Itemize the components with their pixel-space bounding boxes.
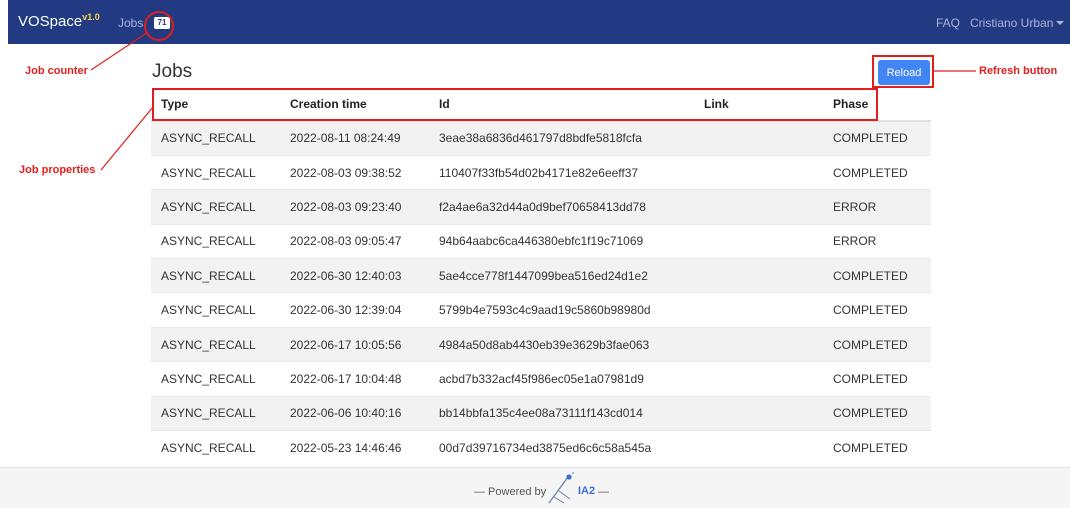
cell-link[interactable]: [694, 395, 823, 431]
cell-phase: COMPLETED: [823, 395, 931, 431]
cell-type: ASYNC_RECALL: [151, 326, 280, 362]
footer-trailing-dash: —: [598, 486, 609, 498]
cell-link[interactable]: [694, 223, 823, 259]
cell-id: 3eae38a6836d461797d8bdfe5818fcfa: [429, 120, 694, 156]
cell-creation-time: 2022-08-03 09:38:52: [280, 154, 429, 190]
cell-type: ASYNC_RECALL: [151, 292, 280, 328]
cell-link[interactable]: [694, 154, 823, 190]
cell-id: 00d7d39716734ed3875ed6c6c58a545a: [429, 430, 694, 465]
cell-phase: COMPLETED: [823, 120, 931, 156]
table-row: ASYNC_RECALL 2022-05-23 14:46:46 00d7d39…: [151, 430, 931, 465]
cell-type: ASYNC_RECALL: [151, 395, 280, 431]
cell-id: 5799b4e7593c4c9aad19c5860b98980d: [429, 292, 694, 328]
cell-phase: COMPLETED: [823, 326, 931, 362]
cell-creation-time: 2022-08-11 08:24:49: [280, 120, 429, 156]
cell-phase: ERROR: [823, 223, 931, 259]
cell-id: f2a4ae6a32d44a0d9bef70658413dd78: [429, 189, 694, 225]
table-row: ASYNC_RECALL 2022-06-06 10:40:16 bb14bbf…: [151, 395, 931, 431]
cell-type: ASYNC_RECALL: [151, 258, 280, 293]
cell-phase: COMPLETED: [823, 361, 931, 397]
cell-creation-time: 2022-06-06 10:40:16: [280, 395, 429, 431]
job-properties-annotation: Job properties: [19, 164, 96, 176]
job-counter-highlight-circle: [144, 11, 174, 41]
cell-id: 94b64aabc6ca446380ebfc1f19c71069: [429, 223, 694, 259]
cell-link[interactable]: [694, 120, 823, 156]
table-row: ASYNC_RECALL 2022-06-17 10:05:56 4984a50…: [151, 326, 931, 362]
cell-creation-time: 2022-06-30 12:40:03: [280, 258, 429, 293]
caret-down-icon: [1056, 21, 1065, 25]
table-row: ASYNC_RECALL 2022-06-17 10:04:48 acbd7b3…: [151, 361, 931, 397]
user-menu-dropdown[interactable]: Cristiano Urban: [970, 16, 1065, 30]
cell-type: ASYNC_RECALL: [151, 154, 280, 190]
cell-link[interactable]: [694, 361, 823, 397]
powered-by-text: — Powered by: [474, 486, 547, 498]
cell-id: acbd7b332acf45f986ec05e1a07981d9: [429, 361, 694, 397]
brand-name: VOSpace: [18, 13, 83, 30]
cell-phase: COMPLETED: [823, 430, 931, 465]
job-properties-highlight-box: [152, 88, 878, 121]
cell-type: ASYNC_RECALL: [151, 223, 280, 259]
cell-phase: COMPLETED: [823, 154, 931, 190]
cell-link[interactable]: [694, 258, 823, 293]
table-row: ASYNC_RECALL 2022-06-30 12:39:04 5799b4e…: [151, 292, 931, 328]
cell-phase: ERROR: [823, 189, 931, 225]
cell-type: ASYNC_RECALL: [151, 430, 280, 465]
ia2-logo-label[interactable]: IA2: [578, 485, 595, 497]
ia2-logo-icon[interactable]: [546, 471, 578, 505]
cell-creation-time: 2022-06-17 10:04:48: [280, 361, 429, 397]
cell-link[interactable]: [694, 189, 823, 225]
table-row: ASYNC_RECALL 2022-08-03 09:05:47 94b64aa…: [151, 223, 931, 259]
cell-type: ASYNC_RECALL: [151, 189, 280, 225]
user-name: Cristiano Urban: [970, 16, 1054, 30]
cell-creation-time: 2022-08-03 09:05:47: [280, 223, 429, 259]
page-title: Jobs: [152, 61, 193, 82]
job-properties-pointer-line: [100, 106, 154, 171]
cell-id: bb14bbfa135c4ee08a73111f143cd014: [429, 395, 694, 431]
nav-faq-link[interactable]: FAQ: [936, 16, 960, 30]
table-row: ASYNC_RECALL 2022-06-30 12:40:03 5ae4cce…: [151, 258, 931, 293]
refresh-button-highlight-box: [872, 55, 934, 88]
cell-link[interactable]: [694, 326, 823, 362]
cell-type: ASYNC_RECALL: [151, 120, 280, 156]
table-row: ASYNC_RECALL 2022-08-03 09:23:40 f2a4ae6…: [151, 189, 931, 225]
cell-id: 5ae4cce778f1447099bea516ed24d1e2: [429, 258, 694, 293]
table-row: ASYNC_RECALL 2022-08-11 08:24:49 3eae38a…: [151, 120, 931, 156]
cell-creation-time: 2022-08-03 09:23:40: [280, 189, 429, 225]
job-counter-annotation: Job counter: [25, 65, 88, 77]
table-row: ASYNC_RECALL 2022-08-03 09:38:52 110407f…: [151, 154, 931, 190]
cell-creation-time: 2022-06-17 10:05:56: [280, 326, 429, 362]
brand-link[interactable]: VOSpacev1.0: [18, 12, 100, 30]
cell-link[interactable]: [694, 292, 823, 328]
footer: — Powered by IA2 —: [0, 467, 1070, 508]
cell-creation-time: 2022-05-23 14:46:46: [280, 430, 429, 465]
cell-phase: COMPLETED: [823, 258, 931, 293]
cell-type: ASYNC_RECALL: [151, 361, 280, 397]
nav-jobs-link[interactable]: Jobs: [118, 16, 143, 30]
jobs-table: Type Creation time Id Link Phase ASYNC_R…: [151, 88, 931, 465]
cell-id: 110407f33fb54d02b4171e82e6eeff37: [429, 154, 694, 190]
cell-phase: COMPLETED: [823, 292, 931, 328]
cell-id: 4984a50d8ab4430eb39e3629b3fae063: [429, 326, 694, 362]
cell-link[interactable]: [694, 430, 823, 465]
cell-creation-time: 2022-06-30 12:39:04: [280, 292, 429, 328]
refresh-button-annotation: Refresh button: [979, 65, 1058, 77]
version-label: v1.0: [82, 12, 100, 22]
